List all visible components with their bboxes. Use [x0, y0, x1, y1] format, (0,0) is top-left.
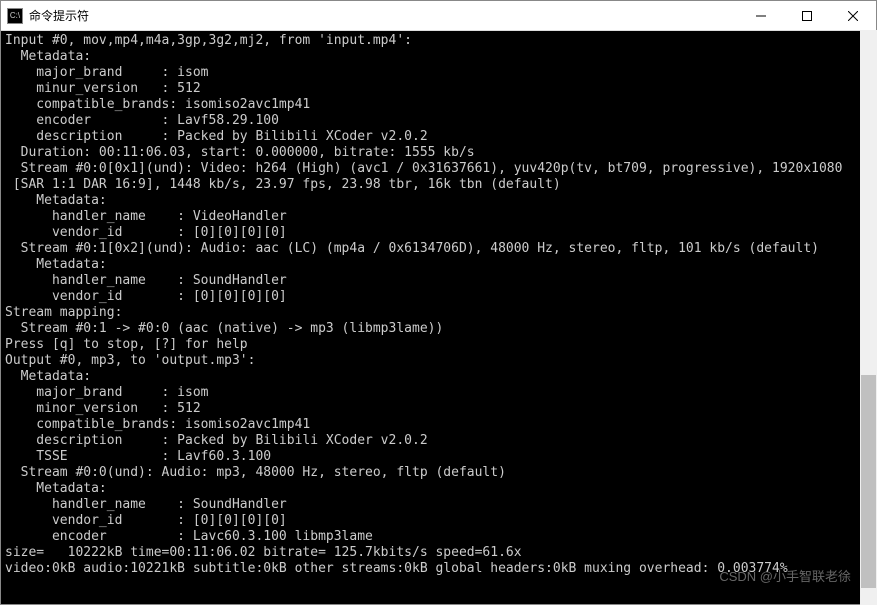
terminal-line: Stream #0:0(und): Audio: mp3, 48000 Hz, …	[5, 465, 872, 481]
terminal-output[interactable]: Input #0, mov,mp4,m4a,3gp,3g2,mj2, from …	[1, 31, 876, 604]
terminal-line: handler_name : SoundHandler	[5, 273, 872, 289]
terminal-line: [SAR 1:1 DAR 16:9], 1448 kb/s, 23.97 fps…	[5, 177, 872, 193]
terminal-line: Metadata:	[5, 49, 872, 65]
close-icon	[848, 11, 858, 21]
terminal-line: compatible_brands: isomiso2avc1mp41	[5, 417, 872, 433]
terminal-line: Stream #0:1 -> #0:0 (aac (native) -> mp3…	[5, 321, 872, 337]
maximize-icon	[802, 11, 812, 21]
terminal-line: encoder : Lavf58.29.100	[5, 113, 872, 129]
window-controls	[738, 1, 876, 31]
terminal-line: description : Packed by Bilibili XCoder …	[5, 129, 872, 145]
terminal-line: Metadata:	[5, 369, 872, 385]
terminal-line: vendor_id : [0][0][0][0]	[5, 513, 872, 529]
close-button[interactable]	[830, 1, 876, 31]
terminal-line: handler_name : VideoHandler	[5, 209, 872, 225]
terminal-line: minur_version : 512	[5, 81, 872, 97]
command-prompt-window: C:\ 命令提示符 Input #0, mov,mp4,m4a,3gp,3g2,…	[0, 0, 877, 605]
terminal-line: encoder : Lavc60.3.100 libmp3lame	[5, 529, 872, 545]
app-icon: C:\	[7, 8, 23, 24]
terminal-line: Metadata:	[5, 257, 872, 273]
maximize-button[interactable]	[784, 1, 830, 31]
minimize-icon	[756, 11, 766, 21]
terminal-line: Output #0, mp3, to 'output.mp3':	[5, 353, 872, 369]
terminal-line: Stream mapping:	[5, 305, 872, 321]
terminal-line: size= 10222kB time=00:11:06.02 bitrate= …	[5, 545, 872, 561]
titlebar[interactable]: C:\ 命令提示符	[1, 1, 876, 31]
terminal-line: vendor_id : [0][0][0][0]	[5, 289, 872, 305]
window-title: 命令提示符	[29, 7, 738, 24]
minimize-button[interactable]	[738, 1, 784, 31]
terminal-line: major_brand : isom	[5, 65, 872, 81]
terminal-line: Press [q] to stop, [?] for help	[5, 337, 872, 353]
scrollbar-thumb[interactable]	[861, 375, 876, 588]
terminal-line: Stream #0:0[0x1](und): Video: h264 (High…	[5, 161, 872, 177]
terminal-line: compatible_brands: isomiso2avc1mp41	[5, 97, 872, 113]
vertical-scrollbar[interactable]	[860, 30, 877, 605]
terminal-line: Metadata:	[5, 481, 872, 497]
terminal-line: Stream #0:1[0x2](und): Audio: aac (LC) (…	[5, 241, 872, 257]
terminal-line: vendor_id : [0][0][0][0]	[5, 225, 872, 241]
terminal-line: minor_version : 512	[5, 401, 872, 417]
terminal-line: major_brand : isom	[5, 385, 872, 401]
terminal-line: Input #0, mov,mp4,m4a,3gp,3g2,mj2, from …	[5, 33, 872, 49]
terminal-line: Duration: 00:11:06.03, start: 0.000000, …	[5, 145, 872, 161]
watermark-text: CSDN @小手智联老徐	[719, 566, 851, 585]
terminal-line: description : Packed by Bilibili XCoder …	[5, 433, 872, 449]
terminal-line: TSSE : Lavf60.3.100	[5, 449, 872, 465]
terminal-line: handler_name : SoundHandler	[5, 497, 872, 513]
terminal-line: Metadata:	[5, 193, 872, 209]
